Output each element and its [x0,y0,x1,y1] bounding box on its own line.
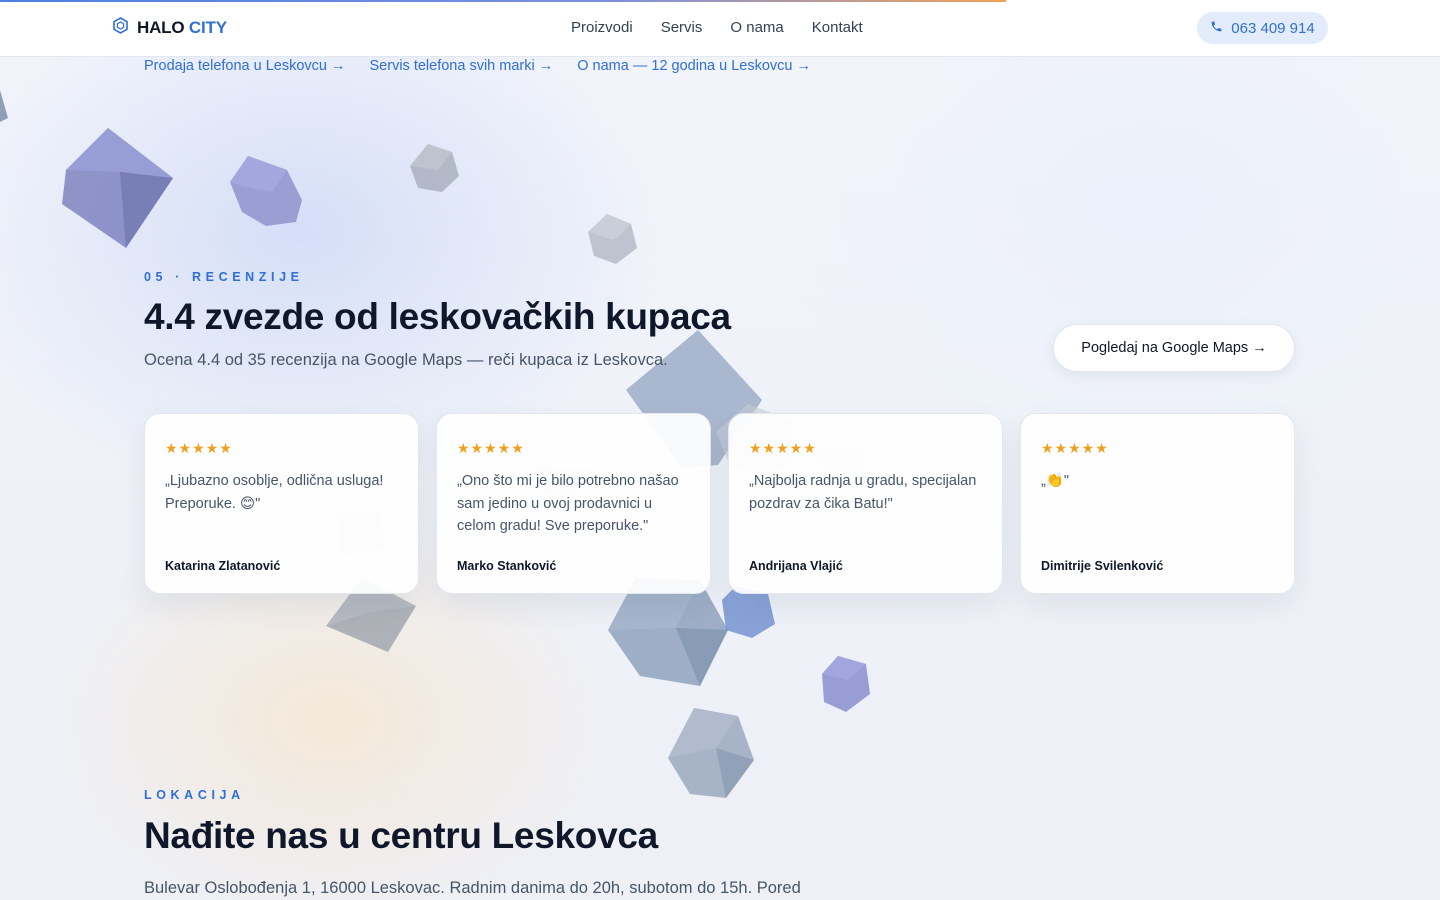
review-quote: „Najbolja radnja u gradu, specijalan poz… [749,473,977,512]
nav-item-kontakt[interactable]: Kontakt [812,19,863,36]
review-quote: „Ono što mi je bilo potrebno našao sam j… [457,473,679,534]
logo-word-halo: HALO [137,18,185,37]
phone-icon [1210,20,1223,37]
review-quote: „👏" [1041,473,1070,489]
logo[interactable]: HALO CITY [112,17,227,39]
review-card: ★★★★★ „Najbolja radnja u gradu, specijal… [728,413,1003,594]
location-title: Nađite nas u centru Leskovca [144,815,658,856]
nav-item-o-nama[interactable]: O nama [730,19,783,36]
reviews-eyebrow: 05 · RECENZIJE [144,270,304,284]
review-quote: „Ljubazno osoblje, odlična usluga! Prepo… [165,473,384,512]
main-nav: Proizvodi Servis O nama Kontakt [571,19,863,36]
location-address: Bulevar Oslobođenja 1, 16000 Leskovac. R… [144,879,801,897]
quick-links: Prodaja telefona u Leskovcu → Servis tel… [144,58,811,74]
review-author: Marko Stanković [457,559,557,573]
review-card: ★★★★★ „Ono što mi je bilo potrebno našao… [436,413,711,594]
link-prodaja[interactable]: Prodaja telefona u Leskovcu → [144,58,346,74]
google-maps-button[interactable]: Pogledaj na Google Maps → [1053,324,1295,372]
reviews-title: 4.4 zvezde od leskovačkih kupaca [144,296,731,337]
phone-button[interactable]: 063 409 914 [1197,12,1328,44]
site-header: HALO CITY Proizvodi Servis O nama Kontak… [0,0,1440,57]
nav-item-proizvodi[interactable]: Proizvodi [571,19,633,36]
nav-item-servis[interactable]: Servis [661,19,703,36]
review-author: Katarina Zlatanović [165,559,281,573]
review-author: Andrijana Vlajić [749,559,843,573]
review-card: ★★★★★ „Ljubazno osoblje, odlična usluga!… [144,413,419,594]
review-cards: ★★★★★ „Ljubazno osoblje, odlična usluga!… [144,413,1295,594]
phone-number: 063 409 914 [1231,19,1315,37]
rating-stars: ★★★★★ [1041,440,1109,456]
logo-word-city: CITY [188,18,227,37]
location-eyebrow: LOKACIJA [144,788,245,802]
scroll-progress-bar [0,0,1006,2]
rating-stars: ★★★★★ [457,440,525,456]
hexagon-logo-icon [112,17,129,39]
link-o-nama[interactable]: O nama — 12 godina u Leskovcu → [577,58,811,74]
logo-text: HALO CITY [137,18,227,38]
rating-stars: ★★★★★ [749,440,817,456]
rating-stars: ★★★★★ [165,440,233,456]
reviews-subtitle: Ocena 4.4 od 35 recenzija na Google Maps… [144,351,668,369]
review-card: ★★★★★ „👏" Dimitrije Svilenković [1020,413,1295,594]
link-servis[interactable]: Servis telefona svih marki → [370,58,554,74]
review-author: Dimitrije Svilenković [1041,559,1164,573]
